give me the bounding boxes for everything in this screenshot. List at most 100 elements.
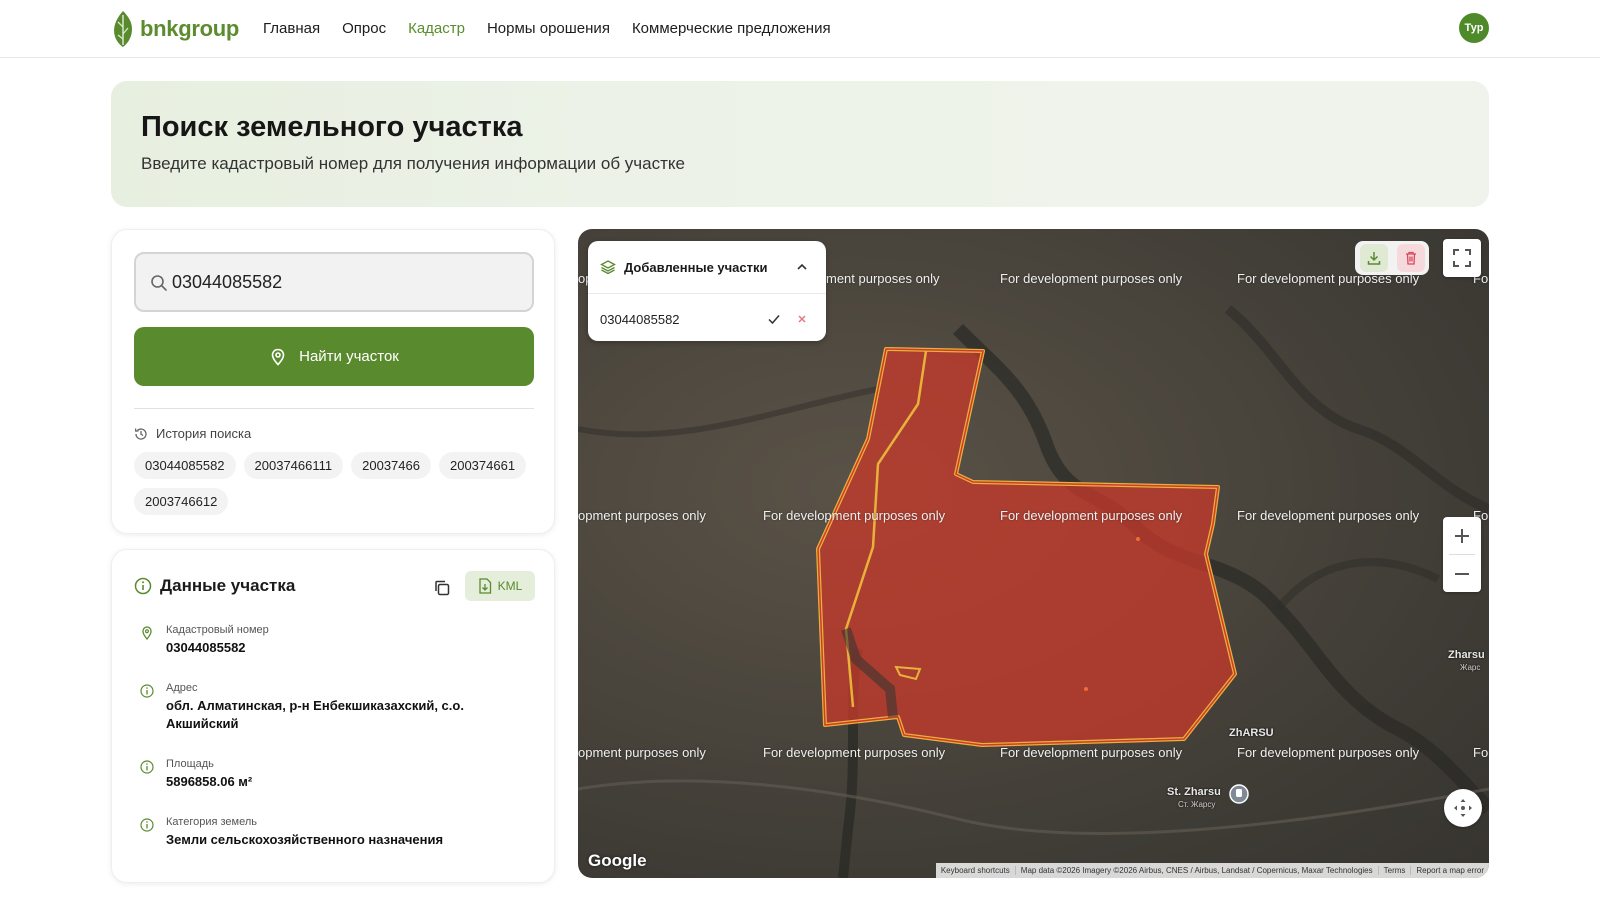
camera-control-button[interactable]	[1444, 789, 1482, 827]
search-card: Найти участок История поиска 03044085582…	[111, 229, 555, 534]
delete-button[interactable]	[1396, 244, 1425, 272]
find-parcel-label: Найти участок	[299, 348, 399, 365]
download-button[interactable]	[1359, 244, 1388, 272]
search-history-list: 03044085582 20037466111 20037466 2003746…	[134, 452, 534, 515]
main-nav: Главная Опрос Кадастр Нормы орошения Ком…	[263, 20, 831, 37]
keyboard-shortcuts-link[interactable]: Keyboard shortcuts	[936, 866, 1015, 875]
map-data-credit: Map data ©2026 Imagery ©2026 Airbus, CNE…	[1014, 866, 1378, 875]
field-cadastral-number: Кадастровый номер 03044085582	[140, 624, 476, 657]
added-parcels-header[interactable]: Добавленные участки	[600, 259, 768, 275]
info-icon	[140, 760, 154, 774]
divider	[134, 408, 534, 409]
brand-logo[interactable]: bnkgroup	[110, 9, 239, 49]
search-history-label: История поиска	[156, 426, 252, 441]
field-label: Адрес	[166, 682, 198, 694]
parcel-data-title: Данные участка	[160, 576, 296, 595]
chevron-up-icon[interactable]	[794, 259, 810, 275]
kml-label: KML	[497, 579, 523, 593]
page-subtitle: Введите кадастровый номер для получения …	[141, 154, 685, 173]
search-icon	[151, 275, 167, 291]
map-tools	[1355, 241, 1429, 275]
place-label-st-zharsu: St. Zharsu	[1167, 786, 1221, 798]
history-chip[interactable]: 200374661	[438, 452, 527, 479]
zoom-in-button[interactable]	[1443, 517, 1481, 554]
map-view[interactable]: op ment purposes only For development pu…	[578, 229, 1489, 878]
copy-icon	[435, 580, 450, 596]
location-pin-icon	[271, 348, 285, 366]
place-sublabel-zharsu-right: Жарс	[1460, 663, 1481, 672]
layers-icon	[600, 260, 616, 275]
nav-item-survey[interactable]: Опрос	[342, 20, 386, 37]
info-icon	[134, 577, 152, 595]
map-watermark: For development purposes only	[1000, 271, 1183, 286]
field-address: Адрес обл. Алматинская, р-н Енбекшиказах…	[140, 682, 476, 733]
search-field[interactable]	[134, 252, 534, 312]
leaf-logo-icon	[114, 11, 132, 47]
map-watermark: opment purposes only	[578, 508, 706, 523]
report-error-link[interactable]: Report a map error	[1410, 866, 1489, 875]
field-value: обл. Алматинская, р-н Енбекшиказахский, …	[166, 698, 464, 731]
zoom-out-button[interactable]	[1443, 555, 1481, 592]
zoom-controls	[1443, 517, 1481, 592]
find-parcel-button[interactable]: Найти участок	[134, 327, 534, 386]
field-label: Площадь	[166, 758, 214, 770]
parcel-data-card: Данные участка KML Кадастровый номер 030…	[111, 549, 555, 883]
nav-item-cadastre[interactable]: Кадастр	[408, 20, 465, 37]
divider	[588, 293, 826, 294]
map-watermark: For development purposes only	[763, 745, 946, 760]
plus-icon	[1455, 528, 1469, 543]
search-history-heading: История поиска	[134, 426, 251, 441]
fullscreen-icon	[1453, 249, 1471, 267]
location-pin-icon	[142, 626, 152, 640]
place-label-zharsu: ZhARSU	[1229, 727, 1274, 739]
history-chip[interactable]: 2003746612	[134, 488, 229, 515]
remove-icon[interactable]	[794, 311, 810, 327]
added-parcel-item[interactable]: 03044085582	[600, 312, 680, 327]
nav-item-home[interactable]: Главная	[263, 20, 320, 37]
page-title: Поиск земельного участка	[141, 111, 523, 143]
minus-icon	[1455, 572, 1469, 575]
fullscreen-button[interactable]	[1443, 239, 1481, 277]
added-parcels-title: Добавленные участки	[624, 259, 768, 275]
map-watermark: For development purposes only	[1000, 745, 1183, 760]
nav-item-irrigation-norms[interactable]: Нормы орошения	[487, 20, 610, 37]
history-icon	[134, 427, 147, 440]
map-watermark: ment purposes only	[826, 271, 940, 286]
info-icon	[140, 818, 154, 832]
history-chip[interactable]: 20037466111	[243, 452, 344, 479]
pan-arrows-icon	[1454, 799, 1472, 817]
map-watermark: opment purposes only	[578, 745, 706, 760]
terms-link[interactable]: Terms	[1377, 866, 1411, 875]
check-icon[interactable]	[766, 311, 782, 327]
place-label-zharsu-right: Zharsu	[1448, 649, 1485, 661]
file-download-icon	[479, 578, 491, 594]
field-value: 5896858.06 м²	[166, 774, 253, 789]
user-avatar[interactable]: Тур	[1459, 13, 1489, 43]
map-watermark: Fo	[1473, 745, 1489, 760]
field-area: Площадь 5896858.06 м²	[140, 758, 476, 791]
added-parcels-panel: Добавленные участки 03044085582	[588, 241, 826, 341]
brand-name: bnkgroup	[140, 16, 240, 41]
trash-icon	[1405, 251, 1416, 265]
cadastral-number-input[interactable]	[172, 254, 522, 310]
field-label: Кадастровый номер	[166, 624, 269, 636]
field-label: Категория земель	[166, 816, 257, 828]
history-chip[interactable]: 20037466	[351, 452, 431, 479]
field-land-category: Категория земель Земли сельскохозяйствен…	[140, 816, 476, 849]
map-watermark: For development purposes only	[1237, 508, 1420, 523]
history-chip[interactable]: 03044085582	[134, 452, 236, 479]
map-attribution: Keyboard shortcuts Map data ©2026 Imager…	[935, 863, 1489, 878]
field-value: Земли сельскохозяйственного назначения	[166, 832, 444, 847]
download-icon	[1367, 252, 1380, 265]
parcel-data-heading: Данные участка	[134, 576, 295, 596]
nav-item-commercial-offers[interactable]: Коммерческие предложения	[632, 20, 831, 37]
map-watermark: For development purposes only	[1237, 745, 1420, 760]
top-navbar: bnkgroup Главная Опрос Кадастр Нормы оро…	[0, 0, 1600, 58]
google-logo: Google	[588, 851, 647, 870]
field-value: 03044085582	[166, 640, 246, 655]
copy-button[interactable]	[430, 576, 454, 600]
map-watermark: For development purposes only	[1000, 508, 1183, 523]
kml-export-button[interactable]: KML	[465, 571, 535, 601]
train-station-icon[interactable]	[1228, 783, 1250, 805]
map-watermark: For development purposes only	[763, 508, 946, 523]
